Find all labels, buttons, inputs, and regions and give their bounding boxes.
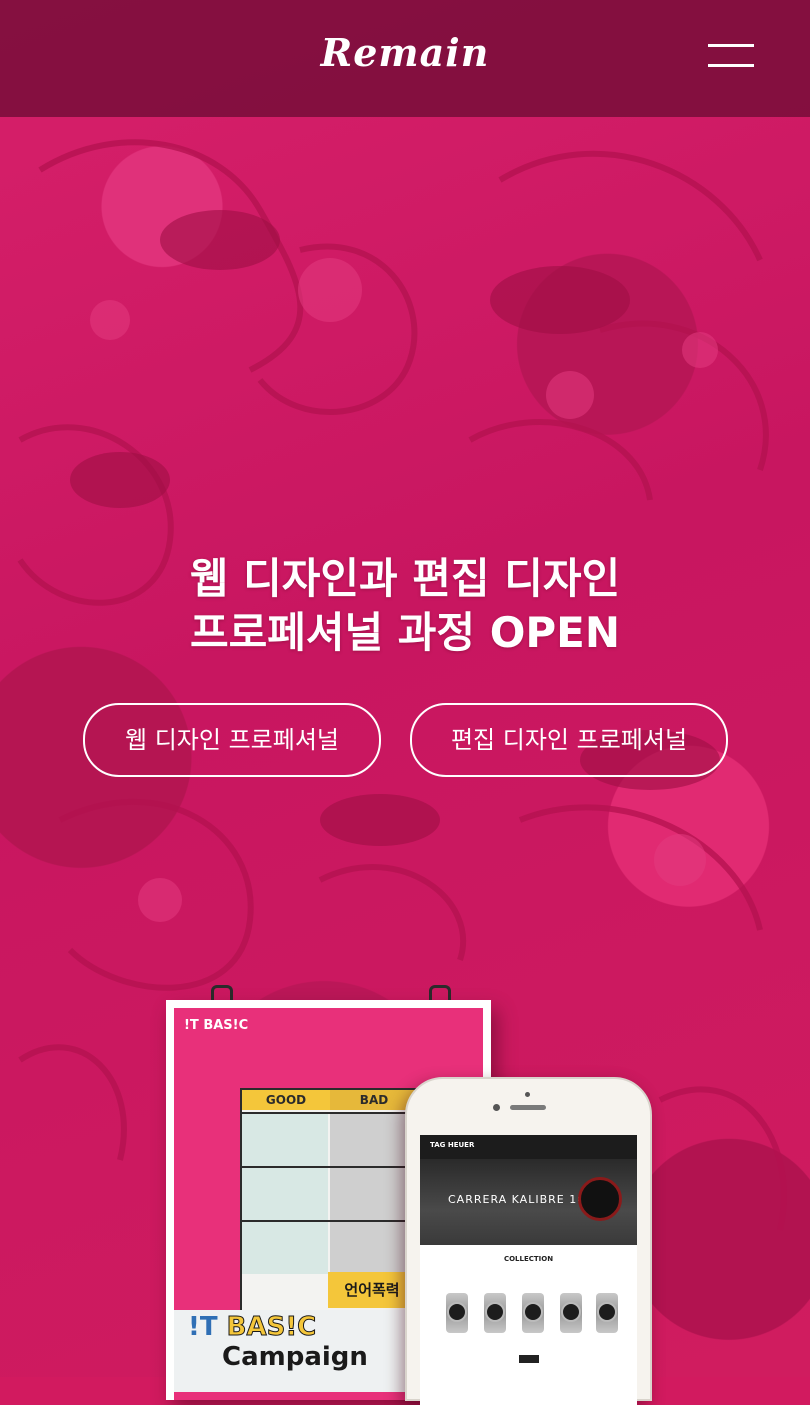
screen-brand: TAG HEUER [430, 1141, 475, 1149]
screen-nav: TAG HEUER [420, 1135, 637, 1159]
hero-headline: 웹 디자인과 편집 디자인 프로페셔널 과정 OPEN [0, 552, 810, 660]
web-design-pro-button[interactable]: 웹 디자인 프로페셔널 [83, 703, 381, 777]
watch-icon [522, 1293, 544, 1333]
watch-icon [560, 1293, 582, 1333]
poster-col-good: GOOD [242, 1090, 330, 1110]
screen-hero: CARRERA KALIBRE 16 [420, 1159, 637, 1245]
site-logo[interactable]: Remain [0, 30, 810, 75]
site-header: Remain [0, 0, 810, 117]
poster-building-illustration: GOOD BAD 언어폭력 [240, 1088, 420, 1322]
menu-bar-bottom [708, 64, 754, 67]
poster-brand: !T BAS!C [184, 1018, 249, 1033]
poster-title: !T BAS!C Campaign [188, 1312, 368, 1373]
phone-camera-icon [493, 1104, 500, 1111]
watch-icon [446, 1293, 468, 1333]
phone-speaker-icon [510, 1105, 546, 1110]
screen-collection-title: COLLECTION [503, 1255, 554, 1263]
poster-floor [242, 1112, 418, 1166]
hamburger-menu-icon[interactable] [708, 44, 754, 70]
headline-line-2: 프로페셔널 과정 OPEN [189, 608, 621, 657]
poster-sign: 언어폭력 [328, 1272, 416, 1308]
poster-title-a: !T [188, 1312, 218, 1342]
watch-icon [578, 1177, 622, 1221]
screen-more-button [519, 1355, 539, 1363]
phone-mockup: TAG HEUER CARRERA KALIBRE 16 COLLECTION [405, 1077, 652, 1405]
poster-floor [242, 1220, 418, 1274]
poster-floor-good [242, 1114, 328, 1166]
watch-icon [596, 1293, 618, 1333]
watch-icon [484, 1293, 506, 1333]
poster-floor-good [242, 1168, 328, 1220]
poster-title-campaign: Campaign [222, 1342, 368, 1372]
phone-screen: TAG HEUER CARRERA KALIBRE 16 COLLECTION [420, 1135, 637, 1405]
phone-sensor-icon [525, 1092, 530, 1097]
headline-line-1: 웹 디자인과 편집 디자인 [189, 554, 621, 603]
editorial-design-pro-button[interactable]: 편집 디자인 프로페셔널 [410, 703, 728, 777]
screen-hero-title: CARRERA KALIBRE 16 [448, 1193, 586, 1206]
poster-title-b: BAS!C [226, 1312, 317, 1343]
poster-floor [242, 1166, 418, 1220]
poster-floor-good [242, 1222, 328, 1274]
menu-bar-top [708, 44, 754, 47]
